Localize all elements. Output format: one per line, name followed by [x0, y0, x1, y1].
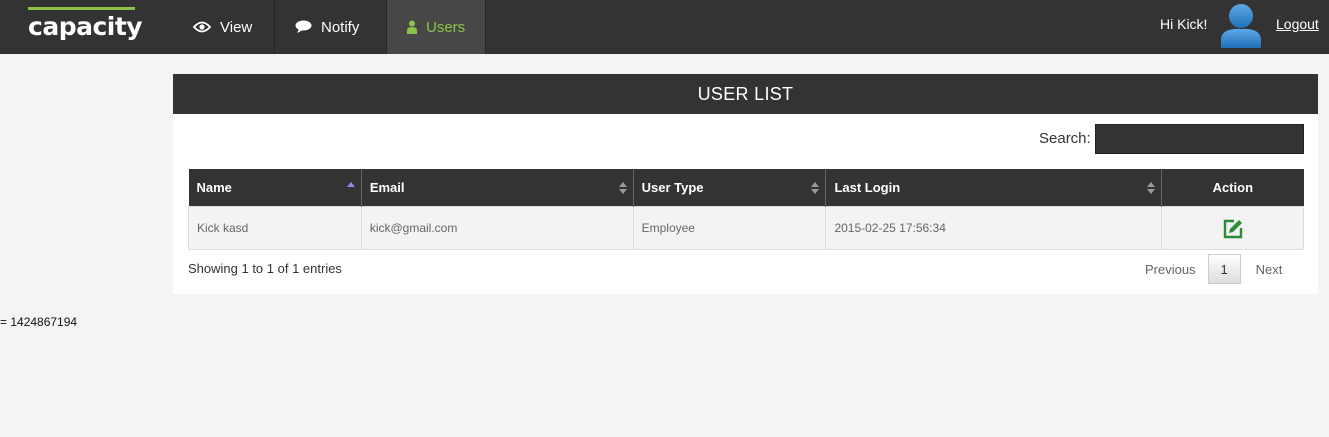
user-list-panel: USER LIST Search: Name Email User Type L… [173, 74, 1318, 294]
column-header-last-login[interactable]: Last Login [825, 169, 1163, 206]
search-label: Search: [1039, 130, 1091, 147]
next-button[interactable]: Next [1256, 262, 1283, 277]
cell-user-type: Employee [632, 205, 827, 250]
search-input[interactable] [1095, 124, 1304, 154]
sort-both-icon [1147, 182, 1156, 194]
cell-action [1161, 205, 1304, 250]
previous-button[interactable]: Previous [1145, 262, 1196, 277]
pagination: Previous 1 Next [1145, 254, 1282, 284]
avatar [1219, 2, 1263, 48]
sort-ascending-icon [346, 182, 355, 187]
page-1-button[interactable]: 1 [1207, 254, 1241, 284]
column-header-email[interactable]: Email [361, 169, 634, 206]
table-header-row: Name Email User Type Last Login Action [188, 169, 1304, 206]
column-header-user-type[interactable]: User Type [633, 169, 827, 206]
logout-link[interactable]: Logout [1276, 16, 1319, 32]
edit-icon[interactable] [1223, 219, 1243, 242]
cell-last-login: 2015-02-25 17:56:34 [825, 205, 1163, 250]
brand-name: capacity [28, 12, 143, 41]
user-icon [407, 20, 417, 34]
nav-item-users[interactable]: Users [387, 0, 486, 54]
debug-output: = 1424867194 [0, 315, 78, 329]
user-greeting: Hi Kick! [1160, 16, 1208, 32]
table-info: Showing 1 to 1 of 1 entries [188, 261, 342, 276]
speech-bubble-icon [295, 20, 312, 34]
panel-title: USER LIST [173, 74, 1318, 114]
sort-both-icon [618, 182, 627, 194]
eye-icon [193, 21, 211, 33]
cell-email: kick@gmail.com [360, 205, 634, 250]
brand-logo[interactable]: capacity [28, 7, 143, 42]
logo-accent-bar [28, 7, 135, 10]
column-header-name[interactable]: Name [188, 169, 362, 206]
column-header-action: Action [1161, 169, 1304, 206]
nav-item-view[interactable]: View [173, 0, 275, 54]
table-row: Kick kasd kick@gmail.com Employee 2015-0… [188, 205, 1304, 250]
cell-name: Kick kasd [188, 205, 362, 250]
user-table: Name Email User Type Last Login Action K… [188, 169, 1304, 250]
nav-item-label: View [220, 18, 253, 36]
nav-item-label: Notify [321, 18, 360, 36]
nav-item-label: Users [426, 18, 466, 36]
main-nav: View Notify Users [173, 0, 486, 54]
top-navbar: capacity View Notify Users Hi Kick! Logo… [0, 0, 1329, 54]
nav-item-notify[interactable]: Notify [275, 0, 387, 54]
sort-both-icon [811, 182, 820, 194]
